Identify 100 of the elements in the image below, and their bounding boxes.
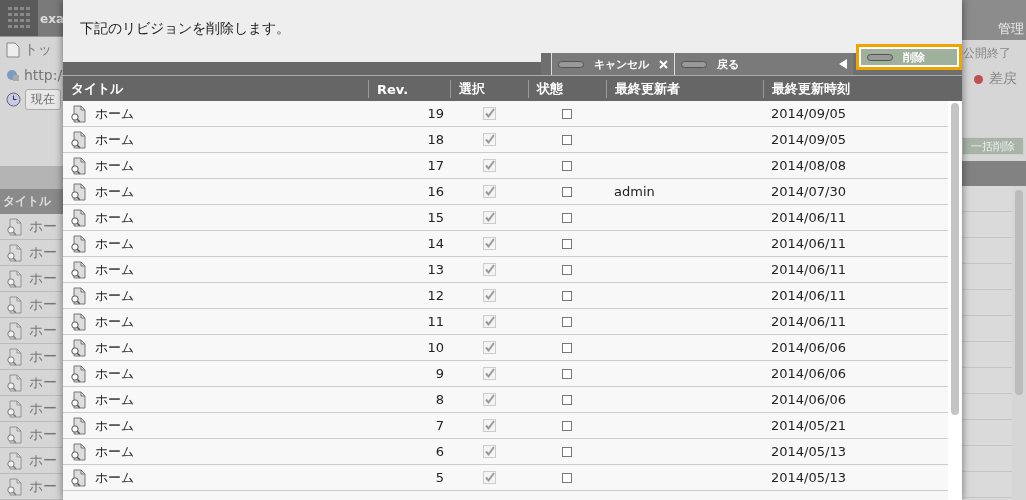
status-checkbox[interactable]	[562, 212, 572, 223]
row-title: ホー	[29, 399, 57, 418]
status-checkbox[interactable]	[562, 316, 572, 327]
dialog-button[interactable]: 戻る	[674, 53, 853, 75]
site-name: exa	[39, 11, 63, 28]
scrollbar-thumb[interactable]	[951, 103, 959, 415]
revision-title: ホーム	[95, 208, 134, 227]
grid-logo-icon[interactable]	[0, 0, 38, 36]
select-checkbox[interactable]	[482, 133, 496, 146]
status-dot-icon	[974, 74, 983, 84]
select-checkbox[interactable]	[482, 393, 496, 406]
select-checkbox[interactable]	[482, 185, 496, 198]
revision-number: 7	[434, 418, 445, 433]
revision-number: 12	[426, 288, 445, 303]
document-search-icon	[69, 286, 87, 305]
revision-number: 13	[426, 262, 445, 277]
status-checkbox[interactable]	[562, 290, 572, 301]
select-checkbox[interactable]	[482, 211, 496, 224]
updated-date: 2014/06/06	[770, 392, 847, 407]
now-button[interactable]: 現在	[25, 89, 61, 110]
action-link[interactable]: 公開終了	[963, 44, 1011, 62]
column-header: タイトル	[0, 189, 63, 214]
dialog-button[interactable]: 削除	[859, 47, 959, 67]
select-checkbox[interactable]	[482, 419, 496, 432]
revision-title: ホーム	[95, 234, 134, 253]
revision-title: ホーム	[95, 416, 134, 435]
page-link[interactable]: トッ	[24, 40, 52, 59]
document-search-icon	[5, 295, 23, 314]
toolbar-band	[0, 166, 63, 189]
updated-date: 2014/06/06	[770, 340, 847, 355]
status-checkbox[interactable]	[562, 420, 572, 431]
status-checkbox[interactable]	[562, 446, 572, 457]
row-title: ホー	[29, 477, 57, 496]
select-checkbox[interactable]	[482, 341, 496, 354]
select-checkbox[interactable]	[482, 471, 496, 484]
clock-icon	[6, 92, 21, 107]
updated-date: 2014/05/13	[770, 444, 847, 459]
select-checkbox[interactable]	[482, 315, 496, 328]
document-search-icon	[5, 217, 23, 236]
row-title: ホー	[29, 243, 57, 262]
document-search-icon	[69, 234, 87, 253]
revision-title: ホーム	[95, 364, 134, 383]
updated-date: 2014/06/11	[770, 314, 847, 329]
status-checkbox[interactable]	[562, 238, 572, 249]
select-checkbox[interactable]	[482, 263, 496, 276]
revision-title: ホーム	[95, 156, 134, 175]
status-checkbox[interactable]	[562, 394, 572, 405]
status-checkbox[interactable]	[562, 186, 572, 197]
updated-date: 2014/07/30	[770, 184, 847, 199]
document-search-icon	[5, 347, 23, 366]
row-title: ホー	[29, 373, 57, 392]
updated-date: 2014/05/21	[770, 418, 847, 433]
document-search-icon	[5, 321, 23, 340]
document-search-icon	[69, 260, 87, 279]
document-search-icon	[69, 208, 87, 227]
row-title: ホー	[29, 347, 57, 366]
status-checkbox[interactable]	[562, 368, 572, 379]
document-search-icon	[69, 156, 87, 175]
document-search-icon	[69, 416, 87, 435]
document-search-icon	[69, 364, 87, 383]
menu-label[interactable]: 管理	[998, 20, 1024, 38]
revision-title: ホーム	[95, 286, 134, 305]
revision-title: ホーム	[95, 130, 134, 149]
revision-number: 17	[426, 158, 445, 173]
select-checkbox[interactable]	[482, 237, 496, 250]
document-search-icon	[5, 243, 23, 262]
status-checkbox[interactable]	[562, 108, 572, 119]
document-search-icon	[5, 269, 23, 288]
select-checkbox[interactable]	[482, 159, 496, 172]
column-header: 最終更新者	[606, 80, 763, 98]
pill-icon	[558, 60, 584, 68]
status-checkbox[interactable]	[562, 472, 572, 483]
document-search-icon	[5, 425, 23, 444]
select-checkbox[interactable]	[482, 289, 496, 302]
document-search-icon	[69, 390, 87, 409]
select-checkbox[interactable]	[482, 107, 496, 120]
action-link[interactable]: 差戻	[989, 70, 1017, 88]
status-checkbox[interactable]	[562, 264, 572, 275]
row-title: ホー	[29, 269, 57, 288]
revision-number: 14	[426, 236, 445, 251]
updater-name: admin	[613, 184, 656, 199]
status-checkbox[interactable]	[562, 134, 572, 145]
revision-title: ホーム	[95, 260, 134, 279]
document-search-icon	[69, 442, 87, 461]
status-checkbox[interactable]	[562, 160, 572, 171]
globe-icon	[6, 67, 20, 82]
select-checkbox[interactable]	[482, 445, 496, 458]
column-header: 状態	[528, 80, 606, 98]
select-checkbox[interactable]	[482, 367, 496, 380]
scrollbar-thumb[interactable]	[1015, 190, 1023, 395]
updated-date: 2014/08/08	[770, 158, 847, 173]
dialog-button[interactable]: キャンセル	[551, 53, 674, 75]
url-link[interactable]: http:/	[24, 66, 63, 83]
pill-icon	[867, 53, 893, 61]
status-checkbox[interactable]	[562, 342, 572, 353]
document-search-icon	[5, 399, 23, 418]
updated-date: 2014/06/11	[770, 210, 847, 225]
dialog-message: 下記のリビジョンを削除します。	[80, 20, 290, 36]
updated-date: 2014/09/05	[770, 132, 847, 147]
revision-number: 18	[426, 132, 445, 147]
